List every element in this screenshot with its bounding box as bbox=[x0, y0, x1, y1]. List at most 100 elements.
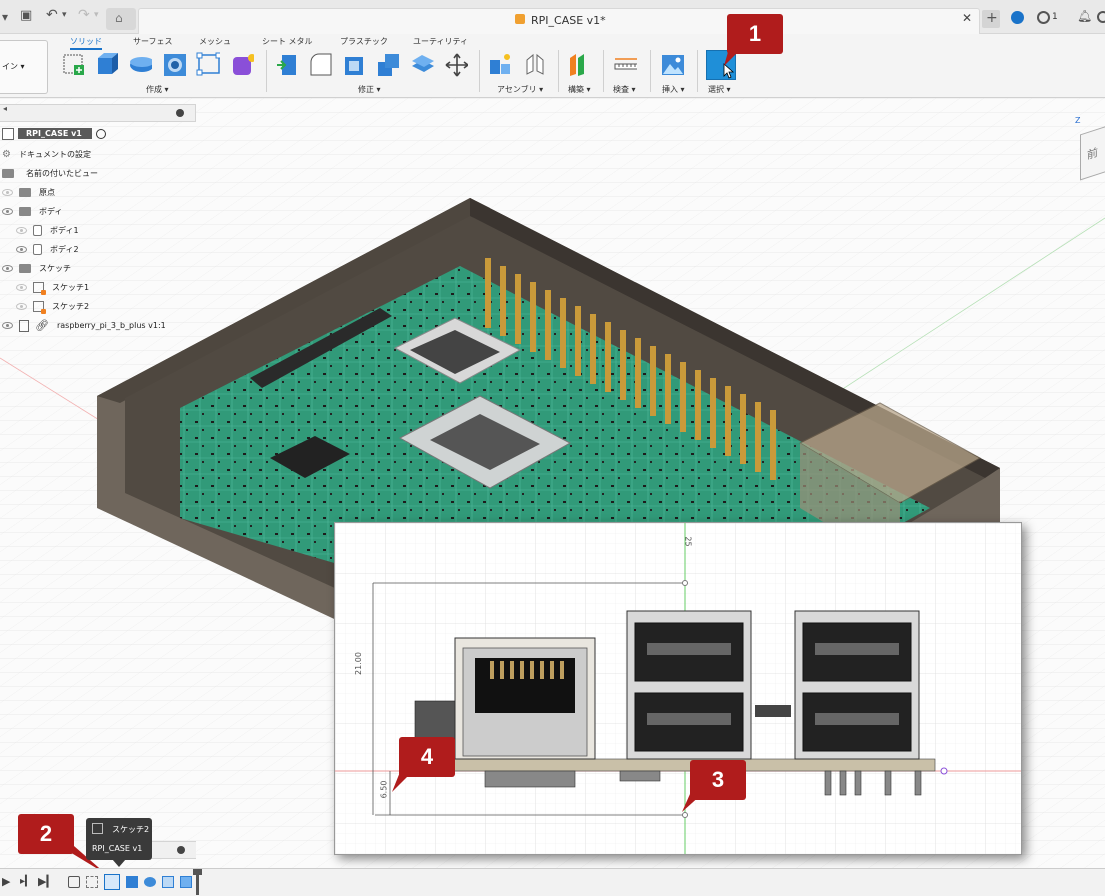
extensions-icon[interactable] bbox=[1011, 11, 1024, 24]
tree-item-body1[interactable]: ボディ1 bbox=[16, 221, 79, 240]
create-sketch-icon[interactable] bbox=[62, 52, 86, 78]
extrude-icon[interactable] bbox=[94, 52, 118, 78]
tree-item-origin[interactable]: 原点 bbox=[2, 183, 55, 202]
sketch-icon bbox=[92, 823, 103, 834]
tree-item-label: スケッチ1 bbox=[52, 283, 90, 292]
timeline-feature-revolve[interactable] bbox=[144, 877, 156, 887]
create-form-icon[interactable] bbox=[230, 52, 254, 78]
tree-item-bodies[interactable]: ボディ bbox=[2, 202, 62, 221]
visibility-eye-icon[interactable] bbox=[16, 227, 27, 234]
go-to-end-icon[interactable]: ▶▎ bbox=[38, 875, 55, 888]
tab-sheet-metal[interactable]: シート メタル bbox=[262, 36, 313, 47]
close-tab-icon[interactable]: ✕ bbox=[962, 11, 972, 25]
timeline-marker-head[interactable] bbox=[193, 869, 202, 875]
assemble-menu[interactable]: アセンブリ ▾ bbox=[497, 84, 543, 95]
tree-item-sketch1[interactable]: スケッチ1 bbox=[16, 278, 89, 297]
timeline-feature-combine[interactable] bbox=[180, 876, 192, 888]
comments-options-icon[interactable] bbox=[177, 846, 185, 854]
timeline-feature-sketch2[interactable] bbox=[104, 874, 120, 890]
tree-item-document-settings[interactable]: ⚙ ドキュメントの設定 bbox=[2, 145, 91, 164]
offset-plane-icon[interactable] bbox=[566, 52, 590, 78]
shell-icon[interactable] bbox=[342, 52, 366, 78]
plus-icon: + bbox=[986, 10, 998, 26]
tab-solid[interactable]: ソリッド bbox=[70, 36, 102, 50]
visibility-eye-icon[interactable] bbox=[2, 189, 13, 196]
construct-menu[interactable]: 構築 ▾ bbox=[568, 84, 591, 95]
play-icon[interactable]: ▸▎ bbox=[20, 876, 33, 887]
activate-radio-icon[interactable] bbox=[95, 128, 106, 139]
browser-header[interactable]: ◂ bbox=[0, 104, 196, 122]
dimension-offset[interactable]: 6.50 bbox=[379, 781, 388, 799]
rectangular-pattern-icon[interactable] bbox=[196, 52, 220, 78]
notifications-bell-icon[interactable]: 🔔︎ bbox=[1077, 9, 1092, 23]
timeline-feature-component[interactable] bbox=[68, 876, 80, 888]
joint-icon[interactable] bbox=[522, 52, 546, 78]
viewcube-face[interactable]: 前 bbox=[1080, 121, 1105, 181]
timeline-feature-sketch1[interactable] bbox=[86, 876, 98, 888]
menu-dropdown-icon[interactable]: ▾ bbox=[2, 10, 8, 24]
undo-icon[interactable]: ↶ bbox=[46, 7, 58, 23]
visibility-eye-icon[interactable] bbox=[2, 265, 13, 272]
dimension-height[interactable]: 21.00 bbox=[354, 652, 363, 675]
inspect-menu[interactable]: 検査 ▾ bbox=[613, 84, 636, 95]
tree-item-label: ボディ bbox=[39, 207, 63, 216]
help-icon[interactable] bbox=[1097, 11, 1105, 23]
modify-menu[interactable]: 修正 ▾ bbox=[358, 84, 381, 95]
new-component-icon[interactable] bbox=[488, 52, 512, 78]
viewcube-axis-z: Z bbox=[1075, 116, 1081, 125]
undo-dropdown-icon[interactable]: ▾ bbox=[62, 10, 67, 20]
tab-utility[interactable]: ユーティリティ bbox=[413, 36, 468, 47]
tree-item-raspberry-pi[interactable]: 🔗︎ raspberry_pi_3_b_plus v1:1 bbox=[2, 316, 166, 335]
revolve-icon[interactable] bbox=[128, 52, 152, 78]
browser-options-icon[interactable] bbox=[176, 109, 184, 117]
workspace-switcher[interactable]: イン ▾ bbox=[0, 40, 48, 94]
measure-icon[interactable] bbox=[613, 52, 637, 78]
move-copy-icon[interactable] bbox=[444, 52, 468, 78]
select-menu[interactable]: 選択 ▾ bbox=[708, 84, 731, 95]
tab-plastic[interactable]: プラスチック bbox=[340, 36, 388, 47]
job-status-icon[interactable] bbox=[1037, 11, 1050, 24]
home-button[interactable]: ⌂ bbox=[106, 8, 136, 30]
timeline-feature-extrude[interactable] bbox=[126, 876, 138, 888]
component-icon bbox=[2, 127, 14, 140]
save-icon[interactable]: ▣ bbox=[20, 8, 32, 23]
browser-collapse-icon[interactable]: ◂ bbox=[3, 104, 7, 113]
hole-icon[interactable] bbox=[162, 52, 186, 78]
step-back-icon[interactable]: ▶ bbox=[2, 875, 10, 888]
tree-item-named-views[interactable]: 名前の付いたビュー bbox=[2, 164, 98, 183]
visibility-eye-icon[interactable] bbox=[16, 303, 27, 310]
visibility-eye-icon[interactable] bbox=[16, 284, 27, 291]
tree-item-body2[interactable]: ボディ2 bbox=[16, 240, 79, 259]
sketch-drawing bbox=[335, 523, 1021, 854]
callout-4-pointer bbox=[392, 772, 412, 792]
tab-surface[interactable]: サーフェス bbox=[133, 36, 173, 47]
combine-icon[interactable] bbox=[376, 52, 400, 78]
create-menu[interactable]: 作成 ▾ bbox=[146, 84, 169, 95]
dimension-top[interactable]: 25 bbox=[684, 536, 693, 546]
visibility-eye-icon[interactable] bbox=[2, 208, 13, 215]
comments-panel-header[interactable] bbox=[150, 841, 196, 859]
insert-canvas-icon[interactable] bbox=[660, 52, 684, 78]
tree-item-sketches[interactable]: スケッチ bbox=[2, 259, 71, 278]
visibility-eye-icon[interactable] bbox=[2, 322, 13, 329]
sketch-icon bbox=[33, 282, 46, 295]
fillet-icon[interactable] bbox=[308, 52, 332, 78]
tree-item-sketch2[interactable]: スケッチ2 bbox=[16, 297, 89, 316]
timeline-feature-shell[interactable] bbox=[162, 876, 174, 888]
tree-root[interactable]: RPI_CASE v1 bbox=[2, 124, 106, 143]
offset-face-icon[interactable] bbox=[410, 52, 434, 78]
redo-icon[interactable]: ↷ bbox=[78, 7, 90, 23]
new-tab-button[interactable]: + bbox=[982, 10, 1000, 28]
tree-item-label: スケッチ bbox=[39, 264, 71, 273]
redo-dropdown-icon[interactable]: ▾ bbox=[94, 10, 99, 20]
tab-mesh[interactable]: メッシュ bbox=[199, 36, 231, 47]
insert-menu[interactable]: 挿入 ▾ bbox=[662, 84, 685, 95]
callout-1: 1 bbox=[727, 14, 783, 54]
callout-4: 4 bbox=[399, 737, 455, 777]
workspace-label: イン ▾ bbox=[2, 62, 25, 71]
viewcube[interactable]: Z 前 bbox=[1072, 116, 1105, 186]
press-pull-icon[interactable] bbox=[274, 52, 298, 78]
timeline-bar: ▶ ▸▎ ▶▎ bbox=[0, 868, 1105, 896]
visibility-eye-icon[interactable] bbox=[16, 246, 27, 253]
separator bbox=[697, 50, 698, 92]
